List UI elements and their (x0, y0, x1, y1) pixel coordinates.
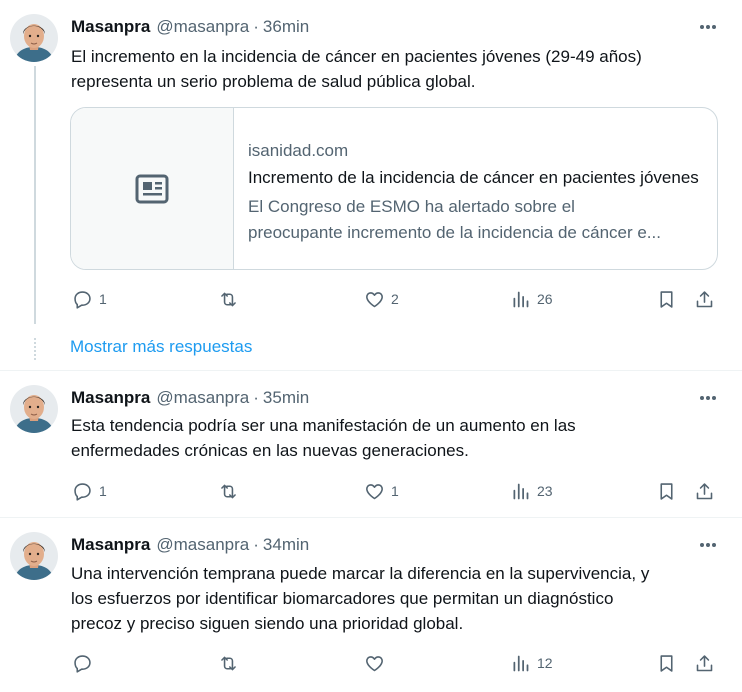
tweet-1[interactable]: Masanpra @masanpra · 36min El incremento… (0, 0, 742, 330)
tweet-header: Masanpra @masanpra · 36min (71, 16, 309, 38)
views-count: 23 (537, 483, 553, 499)
bookmark-icon (660, 290, 673, 308)
avatar[interactable] (10, 14, 58, 62)
tweet-time[interactable]: 34min (263, 535, 309, 555)
retweet-button[interactable] (218, 479, 245, 503)
bookmark-icon (660, 482, 673, 500)
views-button[interactable]: 23 (510, 479, 553, 503)
tweet-header: Masanpra @masanpra · 34min (71, 534, 309, 556)
like-button[interactable] (364, 651, 391, 675)
retweet-button[interactable] (218, 287, 245, 311)
views-icon (513, 483, 529, 499)
share-button[interactable] (694, 287, 715, 311)
thread-dotted-line (34, 338, 36, 360)
action-bar: 12 (70, 651, 720, 675)
views-count: 26 (537, 291, 553, 307)
tweet-text: Una intervención temprana puede marcar l… (71, 561, 721, 636)
more-icon (700, 543, 716, 547)
author-handle[interactable]: @masanpra (156, 17, 249, 37)
separator-dot: · (253, 388, 259, 407)
article-icon (135, 174, 169, 203)
author-name[interactable]: Masanpra (71, 535, 150, 555)
views-count: 12 (537, 655, 553, 671)
reply-count: 1 (99, 291, 107, 307)
tweet-text-line: precoz y preciso siguen siendo una prior… (71, 614, 464, 633)
reply-button[interactable]: 1 (72, 287, 107, 311)
author-handle[interactable]: @masanpra (156, 535, 249, 555)
tweet-3[interactable]: Masanpra @masanpra · 34min Una intervenc… (0, 518, 742, 688)
more-options-button[interactable] (696, 535, 720, 555)
tweet-2[interactable]: Masanpra @masanpra · 35min Esta tendenci… (0, 371, 742, 517)
like-count: 2 (391, 291, 399, 307)
bookmark-button[interactable] (656, 479, 677, 503)
show-more-replies-link[interactable]: Mostrar más respuestas (70, 337, 252, 357)
reply-button[interactable]: 1 (72, 479, 107, 503)
tweet-time[interactable]: 35min (263, 388, 309, 408)
like-icon (366, 291, 383, 307)
tweet-text-line: El incremento en la incidencia de cáncer… (71, 47, 642, 66)
avatar[interactable] (10, 385, 58, 433)
share-icon (696, 290, 713, 307)
tweet-text: El incremento en la incidencia de cáncer… (71, 44, 721, 94)
thread-line (34, 66, 36, 324)
separator-dot: · (253, 535, 259, 554)
retweet-icon (221, 292, 236, 306)
retweet-button[interactable] (218, 651, 245, 675)
views-icon (513, 291, 529, 307)
avatar[interactable] (10, 532, 58, 580)
tweet-text-line: Una intervención temprana puede marcar l… (71, 564, 650, 583)
separator-dot: · (253, 17, 259, 36)
retweet-icon (221, 484, 236, 498)
share-icon (696, 482, 713, 499)
more-icon (700, 396, 716, 400)
more-options-button[interactable] (696, 17, 720, 37)
card-description: El Congreso de ESMO ha alertado sobre el… (248, 194, 704, 246)
action-bar: 1 2 26 (70, 287, 720, 311)
tweet-text-line: los esfuerzos por identificar biomarcado… (71, 589, 614, 608)
like-icon (366, 655, 383, 671)
tweet-text: Esta tendencia podría ser una manifestac… (71, 413, 721, 463)
more-options-button[interactable] (696, 388, 720, 408)
card-title: Incremento de la incidencia de cáncer en… (248, 168, 699, 187)
card-body: isanidad.com Incremento de la incidencia… (234, 108, 704, 269)
tweet-text-line: representa un serio problema de salud pú… (71, 72, 476, 91)
bookmark-icon (660, 654, 673, 672)
views-button[interactable]: 26 (510, 287, 553, 311)
bookmark-button[interactable] (656, 651, 677, 675)
tweet-text-line: Esta tendencia podría ser una manifestac… (71, 416, 576, 435)
share-button[interactable] (694, 479, 715, 503)
more-icon (700, 25, 716, 29)
reply-icon (74, 482, 91, 501)
views-button[interactable]: 12 (510, 651, 553, 675)
bookmark-button[interactable] (656, 287, 677, 311)
tweet-text-line: enfermedades crónicas en las nuevas gene… (71, 441, 469, 460)
author-name[interactable]: Masanpra (71, 388, 150, 408)
tweet-time[interactable]: 36min (263, 17, 309, 37)
reply-icon (74, 290, 91, 309)
reply-button[interactable] (72, 651, 99, 675)
reply-icon (74, 654, 91, 673)
share-button[interactable] (694, 651, 715, 675)
share-icon (696, 654, 713, 671)
like-icon (366, 483, 383, 499)
card-thumbnail (71, 108, 234, 269)
card-domain: isanidad.com (248, 141, 349, 160)
action-bar: 1 1 23 (70, 479, 720, 503)
reply-count: 1 (99, 483, 107, 499)
card-description-line: El Congreso de ESMO ha alertado sobre el (248, 197, 575, 216)
like-button[interactable]: 1 (364, 479, 399, 503)
like-button[interactable]: 2 (364, 287, 399, 311)
retweet-icon (221, 656, 236, 670)
author-name[interactable]: Masanpra (71, 17, 150, 37)
author-handle[interactable]: @masanpra (156, 388, 249, 408)
like-count: 1 (391, 483, 399, 499)
views-icon (513, 655, 529, 671)
tweet-header: Masanpra @masanpra · 35min (71, 387, 309, 409)
card-description-line: preocupante incremento de la incidencia … (248, 223, 661, 242)
link-card[interactable]: isanidad.com Incremento de la incidencia… (70, 107, 718, 270)
